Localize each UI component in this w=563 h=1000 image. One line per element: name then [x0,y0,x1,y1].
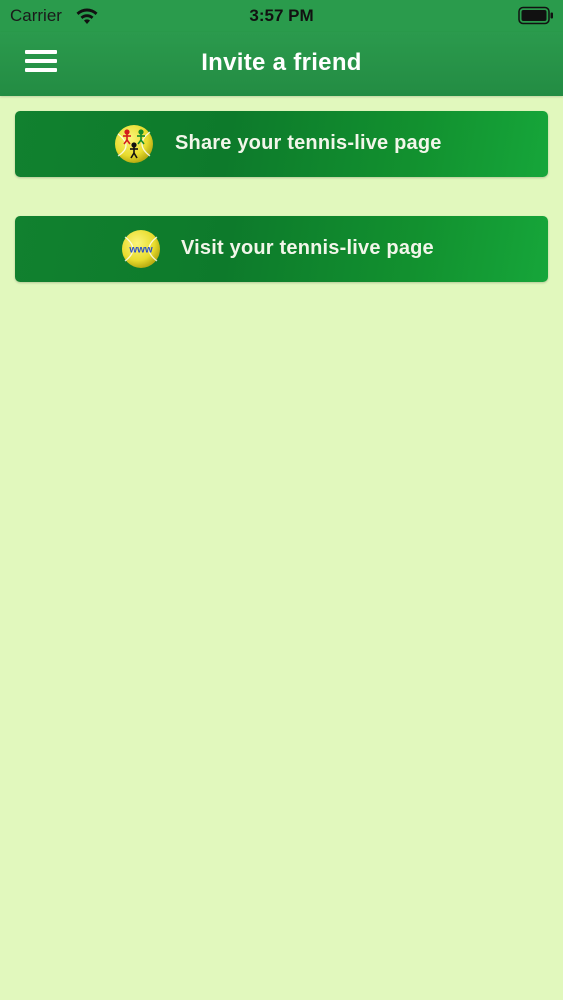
battery-icon [518,6,553,25]
share-page-button[interactable]: Share your tennis-live page [15,111,548,177]
page-title: Invite a friend [201,49,362,76]
status-bar: Carrier 3:57 PM [0,0,563,32]
screen: Carrier 3:57 PM Invite a friend Share yo… [0,0,563,1000]
visit-page-label: Visit your tennis-live page [181,237,434,259]
www-icon-text: www [128,245,153,256]
tennis-ball-players-icon [115,125,153,163]
status-time: 3:57 PM [249,6,314,25]
visit-page-button[interactable]: www Visit your tennis-live page [15,216,548,282]
tennis-ball-www-icon: www [122,230,160,268]
navigation-bar: Invite a friend [0,32,563,96]
share-page-label: Share your tennis-live page [175,132,442,154]
